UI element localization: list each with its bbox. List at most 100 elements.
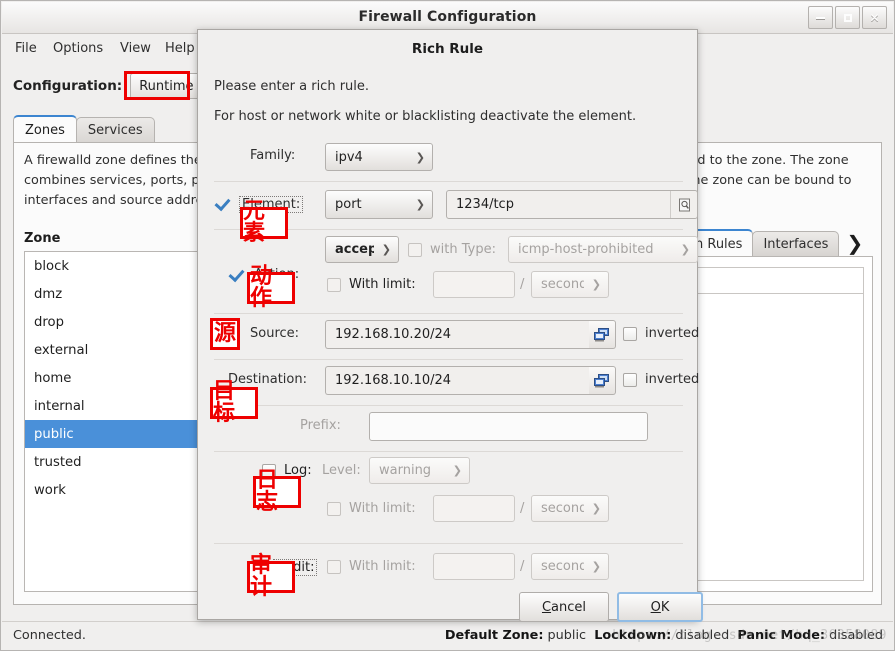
destination-inverted-checkbox[interactable] — [623, 373, 637, 387]
element-picker-icon[interactable] — [670, 191, 697, 218]
family-value: ipv4 — [335, 150, 363, 165]
sub-tab-interfaces[interactable]: Interfaces — [752, 231, 839, 257]
network-picker-icon[interactable] — [589, 320, 616, 349]
configuration-combo[interactable]: Runtime — [130, 73, 202, 99]
maximize-button[interactable] — [835, 6, 860, 29]
source-inverted-checkbox[interactable] — [623, 327, 637, 341]
menu-help[interactable]: Help — [160, 39, 200, 58]
zone-item-dmz[interactable]: dmz — [25, 280, 205, 308]
action-value-combo[interactable]: accept ❯ — [325, 236, 399, 263]
log-limit-input[interactable] — [433, 495, 515, 522]
destination-row: Destination: 192.168.10.10/24 inverted — [214, 366, 683, 396]
annotation-destination-cn: 目标 — [210, 387, 258, 419]
annotation-audit-cn: 审计 — [247, 561, 295, 593]
sub-tab-interfaces-label: Interfaces — [763, 237, 828, 252]
log-level-combo[interactable]: warning ❯ — [369, 457, 470, 484]
sub-tab-rich-rules-label: h Rules — [695, 237, 742, 252]
destination-input[interactable]: 192.168.10.10/24 — [325, 366, 589, 395]
source-row: Source: 192.168.10.20/24 inverted — [214, 320, 683, 350]
chevron-right-icon[interactable]: ❯ — [846, 231, 863, 257]
zone-item-internal[interactable]: internal — [25, 392, 205, 420]
zone-item-public[interactable]: public — [25, 420, 205, 448]
annotation-log-cn: 日志 — [253, 476, 301, 508]
zone-item-block[interactable]: block — [25, 252, 205, 280]
element-value-text: 1234/tcp — [456, 197, 514, 212]
action-with-limit-label: With limit: — [349, 277, 416, 292]
cancel-button-label: Cancel — [542, 600, 586, 615]
action-limit-unit-combo[interactable]: second ❯ — [531, 271, 609, 298]
element-checkbox[interactable] — [216, 196, 232, 212]
log-limit-separator: / — [520, 501, 524, 516]
zone-list[interactable]: block dmz drop external home internal pu… — [24, 251, 206, 592]
network-picker-icon[interactable] — [589, 366, 616, 395]
cancel-button[interactable]: Cancel — [519, 592, 609, 622]
menu-file[interactable]: File — [10, 39, 42, 58]
family-combo[interactable]: ipv4 ❯ — [325, 143, 433, 171]
zone-item-home[interactable]: home — [25, 364, 205, 392]
chevron-down-icon: ❯ — [592, 503, 601, 514]
screen: Firewall Configuration ✕ File Options Vi… — [0, 0, 895, 651]
menu-view[interactable]: View — [115, 39, 156, 58]
chevron-down-icon: ❯ — [592, 279, 601, 290]
source-value: 192.168.10.20/24 — [335, 327, 451, 342]
with-type-checkbox[interactable] — [408, 243, 422, 257]
close-button[interactable]: ✕ — [862, 6, 887, 29]
dialog-intro-line-2: For host or network white or blacklistin… — [214, 109, 636, 124]
family-row: Family: ipv4 ❯ — [214, 143, 683, 171]
action-value: accept — [335, 242, 374, 257]
action-limit-separator: / — [520, 277, 524, 292]
chevron-down-icon: ❯ — [416, 199, 425, 210]
dialog-title: Rich Rule — [198, 41, 697, 57]
main-tabs: Zones Services — [13, 115, 154, 143]
zone-item-drop[interactable]: drop — [25, 308, 205, 336]
audit-limit-input[interactable] — [433, 553, 515, 580]
audit-with-limit-label: With limit: — [349, 559, 416, 574]
minimize-icon — [816, 17, 825, 19]
destination-inverted-label: inverted — [645, 372, 699, 387]
source-inverted-label: inverted — [645, 326, 699, 341]
log-level-label: Level: — [322, 463, 361, 478]
tab-services-label: Services — [88, 123, 143, 138]
tab-zones[interactable]: Zones — [13, 115, 77, 143]
zone-list-header: Zone — [24, 231, 60, 246]
element-value-input[interactable]: 1234/tcp — [446, 190, 698, 219]
log-with-limit-checkbox[interactable] — [327, 502, 341, 516]
annotation-action-cn: 动作 — [247, 272, 295, 304]
default-zone-label: Default Zone: — [445, 628, 544, 643]
rich-rule-dialog: Rich Rule Please enter a rich rule. For … — [197, 29, 698, 620]
log-limit-unit-combo[interactable]: second ❯ — [531, 495, 609, 522]
log-level-value: warning — [379, 463, 431, 478]
zone-item-work[interactable]: work — [25, 476, 205, 504]
zone-item-external[interactable]: external — [25, 336, 205, 364]
window-title: Firewall Configuration — [2, 9, 893, 25]
chevron-down-icon: ❯ — [453, 465, 462, 476]
ok-button[interactable]: OK — [617, 592, 703, 622]
window-controls: ✕ — [808, 6, 887, 29]
chevron-down-icon: ❯ — [681, 244, 690, 255]
annotation-source-cn: 源 — [210, 318, 240, 350]
with-type-label: with Type: — [430, 242, 496, 257]
log-limit-unit-value: second — [541, 501, 584, 516]
audit-limit-unit-combo[interactable]: second ❯ — [531, 553, 609, 580]
maximize-icon — [844, 14, 852, 22]
source-input[interactable]: 192.168.10.20/24 — [325, 320, 589, 349]
dialog-intro-line-1: Please enter a rich rule. — [214, 79, 369, 94]
prefix-input[interactable] — [369, 412, 648, 441]
default-zone-value: public — [548, 628, 587, 643]
tab-services[interactable]: Services — [76, 117, 155, 143]
action-limit-input[interactable] — [433, 271, 515, 298]
configuration-row: Configuration: Runtime — [13, 73, 203, 99]
close-icon: ✕ — [869, 11, 879, 25]
configuration-value: Runtime — [139, 79, 193, 94]
action-with-limit-checkbox[interactable] — [327, 278, 341, 292]
ok-button-label: OK — [651, 600, 670, 615]
chevron-down-icon: ❯ — [416, 152, 425, 163]
minimize-button[interactable] — [808, 6, 833, 29]
source-label: Source: — [250, 326, 299, 341]
with-type-combo[interactable]: icmp-host-prohibited ❯ — [508, 236, 698, 263]
element-type-combo[interactable]: port ❯ — [325, 190, 433, 219]
audit-with-limit-checkbox[interactable] — [327, 560, 341, 574]
menu-options[interactable]: Options — [48, 39, 108, 58]
action-checkbox[interactable] — [230, 267, 246, 283]
zone-item-trusted[interactable]: trusted — [25, 448, 205, 476]
